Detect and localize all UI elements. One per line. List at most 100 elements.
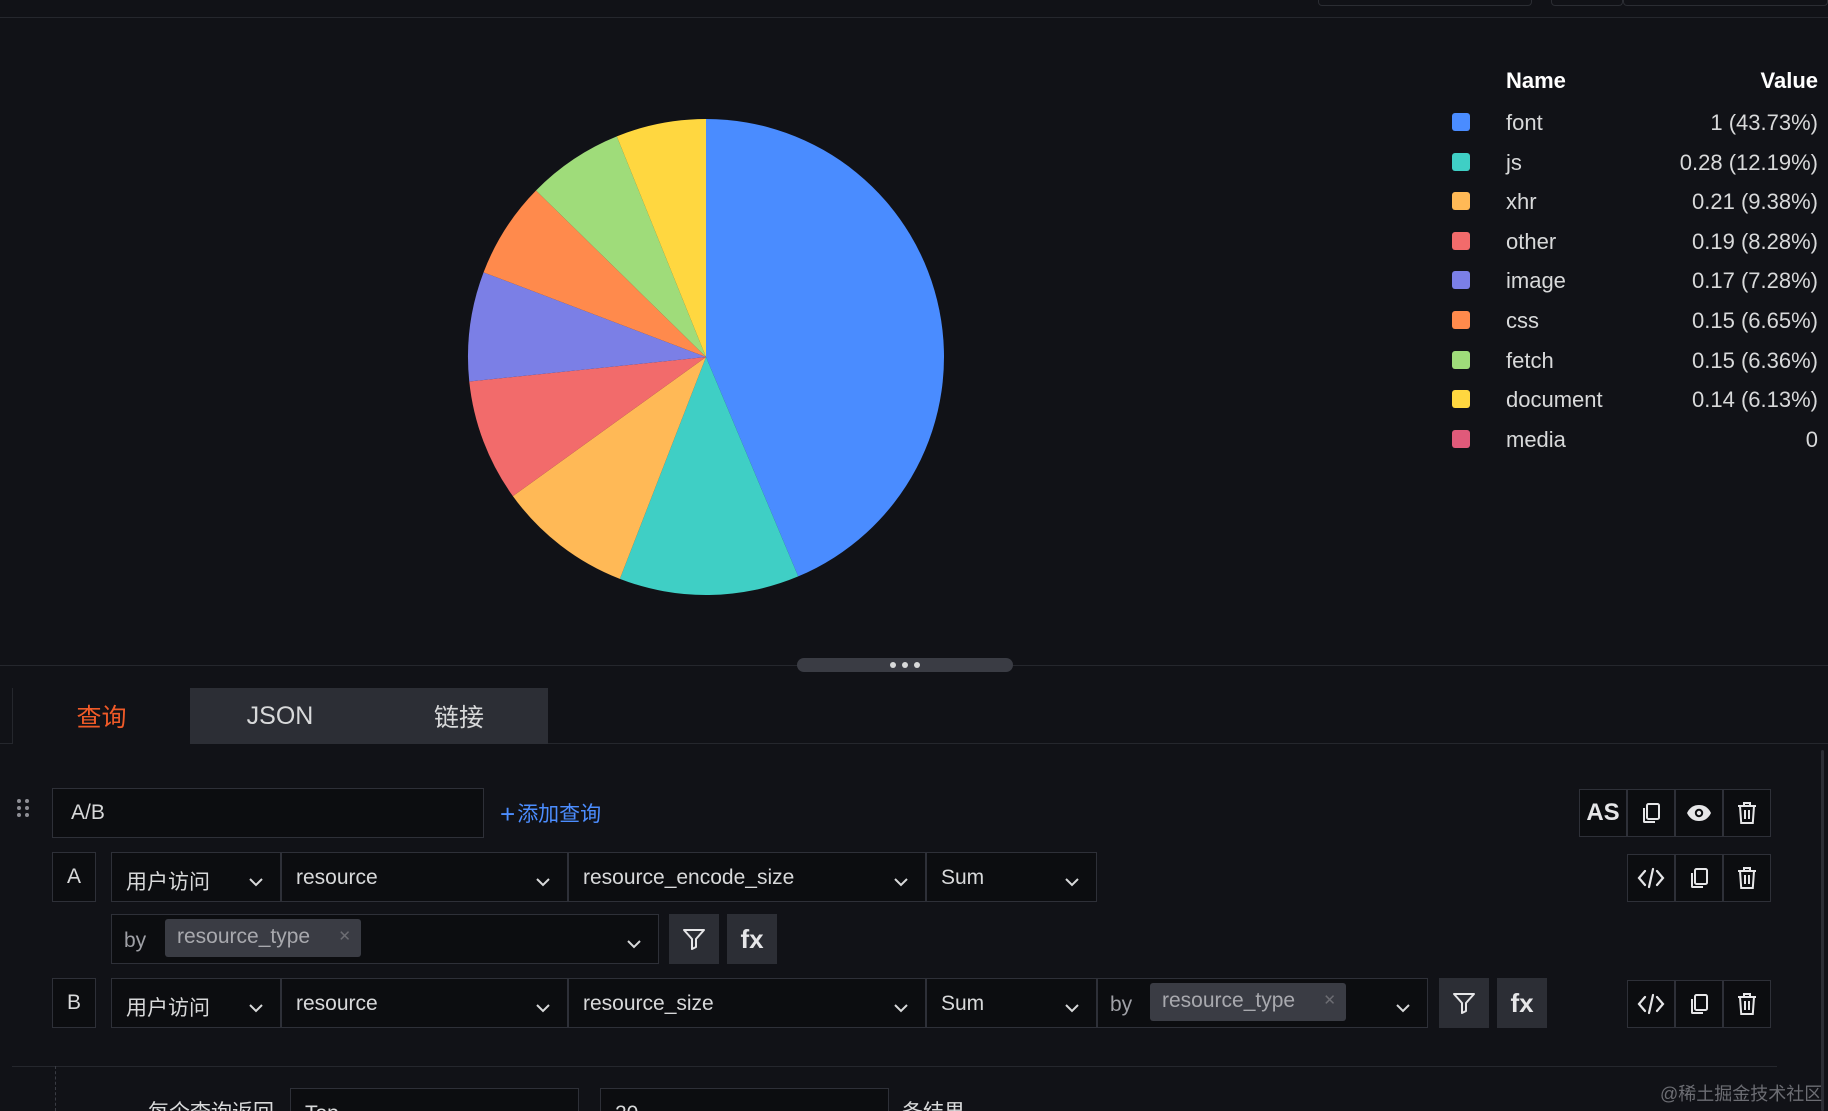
- query-a-function-button[interactable]: fx: [727, 914, 777, 964]
- query-b-aggregate-value: Sum: [941, 992, 985, 1015]
- legend-item-value: 0.14 (6.13%): [1692, 387, 1818, 413]
- legend-item-media[interactable]: media 0: [1440, 419, 1820, 459]
- legend-item-css[interactable]: css 0.15 (6.65%): [1440, 300, 1820, 340]
- chevron-down-icon: [626, 932, 642, 956]
- query-a-groupby-tag[interactable]: resource_type ✕: [165, 919, 361, 957]
- query-b-source-value: 用户访问: [126, 997, 210, 1020]
- legend-item-value: 0.28 (12.19%): [1679, 149, 1818, 175]
- top-control-fragment[interactable]: [1623, 0, 1828, 6]
- copy-icon: [1687, 866, 1711, 890]
- query-b-groupby-tag[interactable]: resource_type ✕: [1150, 983, 1346, 1021]
- query-b-source-select[interactable]: 用户访问: [111, 978, 281, 1028]
- legend-item-font[interactable]: font 1 (43.73%): [1440, 102, 1820, 142]
- query-b-function-button[interactable]: fx: [1497, 978, 1547, 1028]
- chevron-down-icon: [1395, 996, 1411, 1020]
- chevron-down-icon: [535, 870, 551, 894]
- query-b-groupby-select[interactable]: by resource_type ✕: [1097, 978, 1428, 1028]
- eye-icon: [1686, 803, 1712, 823]
- query-b-delete-button[interactable]: [1723, 980, 1771, 1028]
- limit-count-select[interactable]: 20: [600, 1088, 889, 1111]
- query-a-delete-button[interactable]: [1723, 854, 1771, 902]
- copy-icon: [1639, 801, 1663, 825]
- legend-item-value: 0: [1805, 426, 1818, 452]
- legend-swatch: [1452, 231, 1470, 250]
- query-b-by-label: by: [1110, 993, 1133, 1016]
- tab-json[interactable]: JSON: [190, 688, 370, 744]
- query-b-measurement-select[interactable]: resource: [281, 978, 568, 1028]
- legend-item-name: media: [1506, 426, 1566, 452]
- remove-tag-icon[interactable]: ✕: [1323, 983, 1336, 1019]
- query-a-source-select[interactable]: 用户访问: [111, 852, 281, 902]
- legend-item-name: document: [1506, 387, 1603, 413]
- query-b-copy-button[interactable]: [1675, 980, 1723, 1028]
- tab-query[interactable]: 查询: [13, 688, 190, 744]
- copy-expression-button[interactable]: [1627, 789, 1675, 837]
- query-a-code-button[interactable]: [1627, 854, 1675, 902]
- query-b-code-button[interactable]: [1627, 980, 1675, 1028]
- chevron-down-icon: [893, 996, 909, 1020]
- query-b-aggregate-select[interactable]: Sum: [926, 978, 1097, 1028]
- legend-item-name: font: [1506, 110, 1543, 135]
- legend-item-js[interactable]: js 0.28 (12.19%): [1440, 142, 1820, 182]
- tab-link[interactable]: 链接: [370, 688, 548, 744]
- drag-handle-icon[interactable]: [16, 797, 32, 821]
- function-icon: fx: [1510, 987, 1534, 1018]
- legend-item-name: css: [1506, 307, 1539, 333]
- legend-header-value[interactable]: Value: [1761, 68, 1818, 94]
- chevron-down-icon: [1064, 870, 1080, 894]
- toggle-visibility-button[interactable]: [1675, 789, 1723, 837]
- query-a-aggregate-value: Sum: [941, 866, 985, 889]
- legend-item-fetch[interactable]: fetch 0.15 (6.36%): [1440, 340, 1820, 380]
- legend-item-image[interactable]: image 0.17 (7.28%): [1440, 260, 1820, 300]
- top-toolbar-edge: [0, 0, 1828, 18]
- legend-item-name: fetch: [1506, 347, 1554, 373]
- handle-dot: [902, 662, 908, 668]
- legend-swatch: [1452, 192, 1470, 211]
- legend-item-name: xhr: [1506, 189, 1537, 215]
- add-query-button[interactable]: +添加查询: [500, 798, 601, 830]
- query-a-measurement-value: resource: [296, 866, 378, 889]
- trash-icon: [1736, 992, 1758, 1016]
- pie-chart: [468, 119, 945, 596]
- query-a-filter-button[interactable]: [669, 914, 719, 964]
- legend-item-document[interactable]: document 0.14 (6.13%): [1440, 379, 1820, 419]
- plus-icon: +: [500, 799, 516, 829]
- query-a-measurement-select[interactable]: resource: [281, 852, 568, 902]
- filter-icon: [1452, 991, 1476, 1015]
- legend-item-value: 0.15 (6.36%): [1692, 347, 1818, 373]
- query-a-copy-button[interactable]: [1675, 854, 1723, 902]
- query-a-groupby-select[interactable]: by resource_type ✕: [111, 914, 659, 964]
- query-b-field-value: resource_size: [583, 992, 714, 1015]
- filter-icon: [682, 927, 706, 951]
- legend-item-name: image: [1506, 268, 1566, 294]
- legend-header-name[interactable]: Name: [1506, 68, 1566, 94]
- as-label: AS: [1586, 799, 1620, 826]
- editor-scrollbar[interactable]: [1821, 750, 1824, 1111]
- chevron-down-icon: [248, 870, 264, 894]
- resize-handle[interactable]: [797, 658, 1013, 672]
- query-b-filter-button[interactable]: [1439, 978, 1489, 1028]
- legend-swatch: [1452, 113, 1470, 131]
- limit-count-value: 20: [615, 1102, 638, 1111]
- legend-item-xhr[interactable]: xhr 0.21 (9.38%): [1440, 181, 1820, 221]
- legend-item-value: 1 (43.73%): [1710, 110, 1818, 135]
- delete-expression-button[interactable]: [1723, 789, 1771, 837]
- query-b-field-select[interactable]: resource_size: [568, 978, 926, 1028]
- legend-swatch: [1452, 390, 1470, 409]
- top-control-fragment[interactable]: [1551, 0, 1623, 6]
- copy-icon: [1687, 992, 1711, 1016]
- legend-item-other[interactable]: other 0.19 (8.28%): [1440, 221, 1820, 261]
- query-a-aggregate-select[interactable]: Sum: [926, 852, 1097, 902]
- alias-as-button[interactable]: AS: [1579, 789, 1627, 837]
- legend-item-value: 0.17 (7.28%): [1692, 268, 1818, 294]
- top-control-fragment[interactable]: [1318, 0, 1532, 6]
- dashed-guide: [55, 1066, 56, 1111]
- remove-tag-icon[interactable]: ✕: [338, 919, 351, 955]
- query-a-field-select[interactable]: resource_encode_size: [568, 852, 926, 902]
- limit-mode-select[interactable]: Top: [290, 1088, 579, 1111]
- trash-icon: [1736, 801, 1758, 825]
- chart-legend: Name Value font 1 (43.73%) js 0.28 (12.19%)…: [1440, 58, 1820, 458]
- code-icon: [1637, 992, 1665, 1016]
- expression-input[interactable]: A/B: [52, 788, 484, 838]
- chevron-down-icon: [248, 996, 264, 1020]
